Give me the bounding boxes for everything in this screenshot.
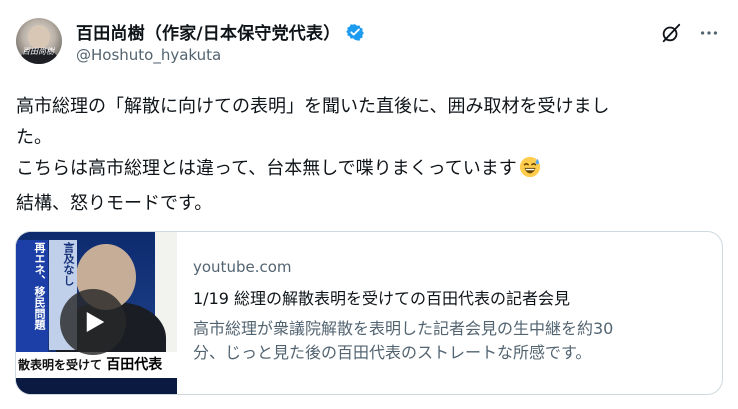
card-description: 高市総理が衆議院解散を表明した記者会見の生中継を約30 分、じっと見た後の百田代… — [193, 317, 613, 365]
thumbnail-caption-text: 散表明を受けて — [18, 358, 103, 372]
tweet-text: 高市総理の「解散に向けての表明」を聞いた直後に、囲み取材を受けまし た。 こちら… — [16, 91, 722, 219]
card-domain: youtube.com — [193, 258, 292, 276]
thumbnail-bottom-bar — [16, 378, 177, 394]
avatar-signature: 百田尚樹 — [22, 47, 54, 56]
tweet-line: こちらは高市総理とは違って、台本無しで喋りまくっています — [16, 153, 722, 188]
card-meta: youtube.com 1/19 総理の解散表明を受けての百田代表の記者会見 高… — [177, 232, 613, 394]
tweet-line: た。 — [16, 127, 52, 148]
video-thumbnail[interactable]: 再エネ、移民問題 言及なし 散表明を受けて 百田代表 — [16, 232, 177, 394]
author-avatar[interactable]: 百田尚樹 — [16, 18, 62, 64]
tweet-line: 高市総理の「解散に向けての表明」を聞いた直後に、囲み取材を受けまし — [16, 96, 610, 117]
tweet-actions — [660, 22, 720, 44]
play-icon[interactable] — [60, 289, 126, 355]
author-handle[interactable]: @Hoshuto_hyakuta — [76, 46, 221, 64]
card-description-line: 分、じっと見た後の百田代表のストレートな所感です。 — [193, 343, 592, 362]
sweat-smile-emoji — [519, 156, 541, 188]
verified-badge-icon — [346, 23, 365, 41]
grok-icon[interactable] — [660, 22, 682, 44]
card-description-line: 高市総理が衆議院解散を表明した記者会見の生中継を約30 — [193, 319, 614, 338]
author-name-row: 百田尚樹（作家/日本保守党代表） — [76, 19, 365, 44]
thumbnail-side-text: 再エネ、移民問題 — [16, 240, 48, 354]
tweet-line-text: こちらは高市総理とは違って、台本無しで喋りまくっています — [16, 158, 517, 179]
thumbnail-caption: 散表明を受けて 百田代表 — [16, 352, 177, 378]
thumbnail-caption-name: 百田代表 — [106, 357, 163, 373]
link-card[interactable]: 再エネ、移民問題 言及なし 散表明を受けて 百田代表 youtube.com 1… — [15, 231, 723, 395]
author-name[interactable]: 百田尚樹（作家/日本保守党代表） — [76, 19, 340, 44]
card-title: 1/19 総理の解散表明を受けての百田代表の記者会見 — [193, 289, 571, 308]
more-icon[interactable] — [698, 22, 720, 44]
tweet-line: 結構、怒りモードです。 — [16, 193, 213, 214]
